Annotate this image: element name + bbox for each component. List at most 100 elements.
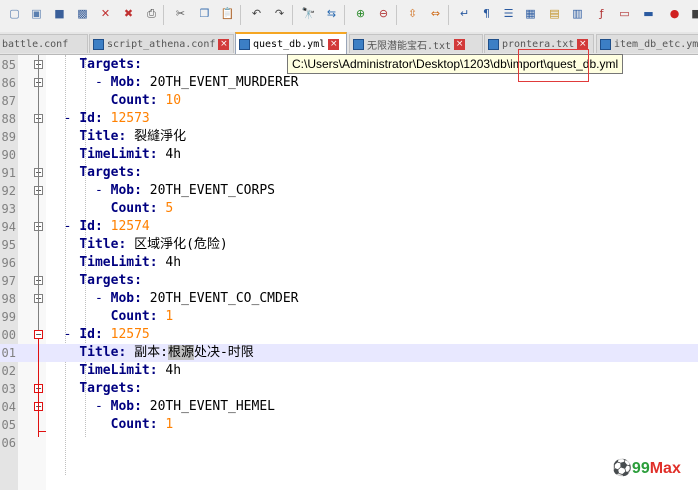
code-line[interactable]: 02 TimeLimit: 4h xyxy=(0,362,698,380)
sync-vertical-icon[interactable]: ⇳ xyxy=(404,5,421,22)
file-icon xyxy=(93,38,104,50)
monitoring-icon[interactable]: ▭ xyxy=(616,5,633,22)
cut-icon[interactable]: ✂ xyxy=(172,5,189,22)
code-line[interactable]: 92 - Mob: 20TH_EVENT_CORPS xyxy=(0,182,698,200)
line-number: 00 xyxy=(1,328,16,342)
macro-icon[interactable]: ▬ xyxy=(640,5,657,22)
open-file-icon[interactable]: ▣ xyxy=(28,5,45,22)
code-line[interactable]: 91 Targets: xyxy=(0,164,698,182)
save-all-icon[interactable]: ▩ xyxy=(74,5,91,22)
yaml-value: 4h xyxy=(165,363,182,378)
fold-end-marker xyxy=(38,431,46,432)
toolbar: ▢ ▣ ■ ▩ ✕ ✖ ⎙ ✂ ❐ 📋 ↶ ↷ 🔭 ⇆ ⊕ ⊖ ⇳ ⇔ ↵ ¶ ☰ ▦ ▤ ▥ ƒ ▭ ▬ ● ■ xyxy=(0,0,698,33)
code-line[interactable]: 03 Targets: xyxy=(0,380,698,398)
list-dash: - xyxy=(63,219,72,234)
print-icon[interactable]: ⎙ xyxy=(143,5,160,22)
watermark-logo: ⚽99Max xyxy=(612,458,681,478)
code-line[interactable]: 97 Targets: xyxy=(0,272,698,290)
yaml-key: Mob: xyxy=(110,291,142,306)
yaml-key: Id: xyxy=(79,327,103,342)
close-icon[interactable]: ✕ xyxy=(97,5,114,22)
zoom-in-icon[interactable]: ⊕ xyxy=(352,5,369,22)
yaml-key: Count: xyxy=(110,417,158,432)
code-line[interactable]: 95 Title: 区域淨化(危险) xyxy=(0,236,698,254)
close-tab-icon[interactable]: × xyxy=(454,38,466,50)
tab-2[interactable]: quest_db.yml × xyxy=(235,32,347,54)
line-number: 03 xyxy=(1,382,16,396)
yaml-value: 12575 xyxy=(110,327,150,342)
code-line[interactable]: 04 - Mob: 20TH_EVENT_HEMEL xyxy=(0,398,698,416)
redo-icon[interactable]: ↷ xyxy=(271,5,288,22)
indent-guide-icon[interactable]: ☰ xyxy=(500,5,517,22)
yaml-value: 裂縫淨化 xyxy=(134,129,187,144)
save-icon[interactable]: ■ xyxy=(51,5,68,22)
code-line[interactable]: 96 TimeLimit: 4h xyxy=(0,254,698,272)
tab-5[interactable]: item_db_etc.ym xyxy=(596,34,698,53)
code-line[interactable]: 00 - Id: 12575 xyxy=(0,326,698,344)
code-line[interactable]: 98 - Mob: 20TH_EVENT_CO_CMDER xyxy=(0,290,698,308)
folder-workspace-icon[interactable]: ƒ xyxy=(593,5,610,22)
undo-icon[interactable]: ↶ xyxy=(248,5,265,22)
user-language-icon[interactable]: ▦ xyxy=(522,5,539,22)
close-tab-icon[interactable]: × xyxy=(328,38,340,50)
code-text: - Mob: 20TH_EVENT_CO_CMDER xyxy=(48,290,299,308)
record-macro-icon[interactable]: ● xyxy=(666,5,683,22)
code-editor[interactable]: 85 Targets: 86 - Mob: 20TH_EVENT_MURDERER… xyxy=(0,55,698,490)
code-line[interactable]: 01 Title: 副本:根源处决-时限 xyxy=(0,344,698,362)
close-tab-icon[interactable]: × xyxy=(577,38,589,50)
line-number: 91 xyxy=(1,166,16,180)
toolbar-separator xyxy=(240,5,241,25)
yaml-key: Targets: xyxy=(79,57,142,72)
yaml-value: 1 xyxy=(165,417,174,432)
code-line[interactable]: 93 Count: 5 xyxy=(0,200,698,218)
code-line[interactable]: 90 TimeLimit: 4h xyxy=(0,146,698,164)
selected-text: 根源 xyxy=(167,345,194,360)
code-line[interactable]: 99 Count: 1 xyxy=(0,308,698,326)
code-line[interactable]: 88 - Id: 12573 xyxy=(0,110,698,128)
code-line[interactable]: 86 - Mob: 20TH_EVENT_MURDERER xyxy=(0,74,698,92)
code-line[interactable]: 89 Title: 裂縫淨化 xyxy=(0,128,698,146)
yaml-value: 20TH_EVENT_CO_CMDER xyxy=(149,291,299,306)
code-text: - Id: 12575 xyxy=(48,326,150,344)
sync-horizontal-icon[interactable]: ⇔ xyxy=(427,5,444,22)
code-line[interactable]: 87 Count: 10 xyxy=(0,92,698,110)
code-line[interactable]: 06 xyxy=(0,434,698,452)
line-number: 06 xyxy=(1,436,16,450)
stop-record-icon[interactable]: ■ xyxy=(688,5,698,22)
code-line[interactable]: 05 Count: 1 xyxy=(0,416,698,434)
line-number: 86 xyxy=(1,76,16,90)
yaml-value: 20TH_EVENT_CORPS xyxy=(149,183,275,198)
function-list-icon[interactable]: ▥ xyxy=(569,5,586,22)
fold-toggle-icon[interactable]: − xyxy=(34,330,43,339)
line-number: 96 xyxy=(1,256,16,270)
toolbar-separator xyxy=(163,5,164,25)
word-wrap-icon[interactable]: ↵ xyxy=(456,5,473,22)
tab-1[interactable]: script_athena.conf × xyxy=(89,34,234,53)
code-line[interactable]: 94 - Id: 12574 xyxy=(0,218,698,236)
code-text: - Id: 12573 xyxy=(48,110,150,128)
tab-0[interactable]: battle.conf xyxy=(0,34,88,53)
new-file-icon[interactable]: ▢ xyxy=(6,5,23,22)
paste-icon[interactable]: 📋 xyxy=(219,5,236,22)
list-dash: - xyxy=(94,399,103,414)
tab-label: script_athena.conf xyxy=(107,38,216,50)
code-text: TimeLimit: 4h xyxy=(48,254,181,272)
yaml-key: Mob: xyxy=(110,75,142,90)
yaml-key: TimeLimit: xyxy=(79,255,158,270)
close-tab-icon[interactable]: × xyxy=(218,38,230,50)
line-number: 90 xyxy=(1,148,16,162)
show-all-chars-icon[interactable]: ¶ xyxy=(478,5,495,22)
copy-icon[interactable]: ❐ xyxy=(196,5,213,22)
doc-map-icon[interactable]: ▤ xyxy=(546,5,563,22)
yaml-value: 12573 xyxy=(110,111,150,126)
line-number: 95 xyxy=(1,238,16,252)
tab-bar: battle.conf script_athena.conf × quest_db.y… xyxy=(0,32,698,55)
replace-icon[interactable]: ⇆ xyxy=(323,5,340,22)
tab-3[interactable]: 无限潜能宝石.txt × xyxy=(349,34,483,53)
yaml-key: Title: xyxy=(79,237,127,252)
find-icon[interactable]: 🔭 xyxy=(300,5,317,22)
zoom-out-icon[interactable]: ⊖ xyxy=(375,5,392,22)
close-all-icon[interactable]: ✖ xyxy=(120,5,137,22)
line-number: 88 xyxy=(1,112,16,126)
line-number: 93 xyxy=(1,202,16,216)
